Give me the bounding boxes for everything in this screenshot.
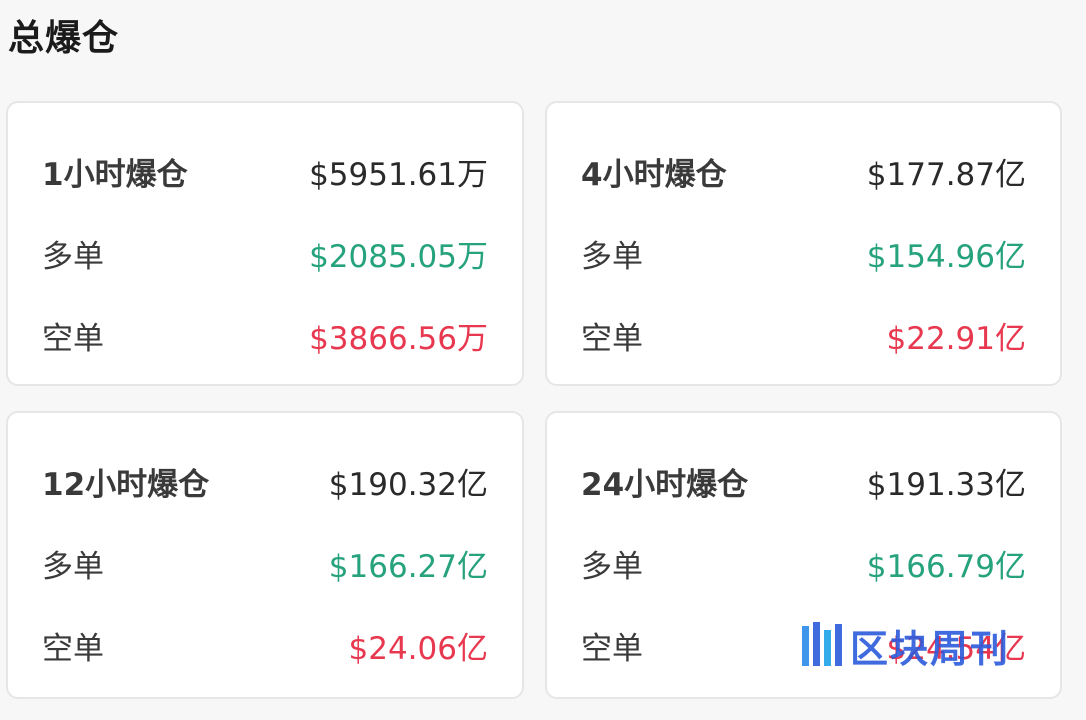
short-label: 空单 [581, 630, 643, 667]
long-value: $154.96亿 [866, 238, 1026, 275]
long-value: $2085.05万 [309, 238, 488, 275]
short-label: 空单 [581, 320, 643, 357]
card-title: 1小时爆仓 [42, 156, 188, 193]
long-label: 多单 [42, 548, 104, 585]
total-row: 24小时爆仓 $191.33亿 [581, 459, 1026, 503]
short-value: $22.91亿 [886, 320, 1026, 357]
long-value: $166.27亿 [328, 548, 488, 585]
liquidation-card-1h: 1小时爆仓 $5951.61万 多单 $2085.05万 空单 $3866.56… [6, 101, 524, 386]
short-value: $24.06亿 [348, 630, 488, 667]
liquidation-card-4h: 4小时爆仓 $177.87亿 多单 $154.96亿 空单 $22.91亿 [545, 101, 1062, 386]
liquidation-card-12h: 12小时爆仓 $190.32亿 多单 $166.27亿 空单 $24.06亿 [6, 411, 524, 699]
short-row: 空单 $24.06亿 [42, 623, 488, 667]
short-row: 空单 $22.91亿 [581, 313, 1026, 357]
total-row: 1小时爆仓 $5951.61万 [42, 149, 488, 193]
card-title: 12小时爆仓 [42, 466, 210, 503]
long-row: 多单 $154.96亿 [581, 231, 1026, 275]
page-title: 总爆仓 [8, 18, 120, 59]
total-value: $177.87亿 [866, 156, 1026, 193]
long-label: 多单 [42, 238, 104, 275]
long-row: 多单 $166.79亿 [581, 541, 1026, 585]
long-row: 多单 $2085.05万 [42, 231, 488, 275]
card-title: 4小时爆仓 [581, 156, 727, 193]
total-value: $190.32亿 [328, 466, 488, 503]
card-title: 24小时爆仓 [581, 466, 749, 503]
total-row: 4小时爆仓 $177.87亿 [581, 149, 1026, 193]
liquidation-page: 总爆仓 1小时爆仓 $5951.61万 多单 $2085.05万 空单 $386… [0, 0, 1086, 720]
watermark: 区块周刊 [800, 618, 1010, 672]
short-label: 空单 [42, 630, 104, 667]
long-label: 多单 [581, 238, 643, 275]
watermark-logo-icon [802, 622, 842, 666]
long-label: 多单 [581, 548, 643, 585]
long-value: $166.79亿 [866, 548, 1026, 585]
total-row: 12小时爆仓 $190.32亿 [42, 459, 488, 503]
short-label: 空单 [42, 320, 104, 357]
watermark-text: 区块周刊 [850, 626, 1011, 671]
total-value: $191.33亿 [866, 466, 1026, 503]
long-row: 多单 $166.27亿 [42, 541, 488, 585]
total-value: $5951.61万 [309, 156, 488, 193]
short-value: $3866.56万 [309, 320, 488, 357]
short-row: 空单 $3866.56万 [42, 313, 488, 357]
